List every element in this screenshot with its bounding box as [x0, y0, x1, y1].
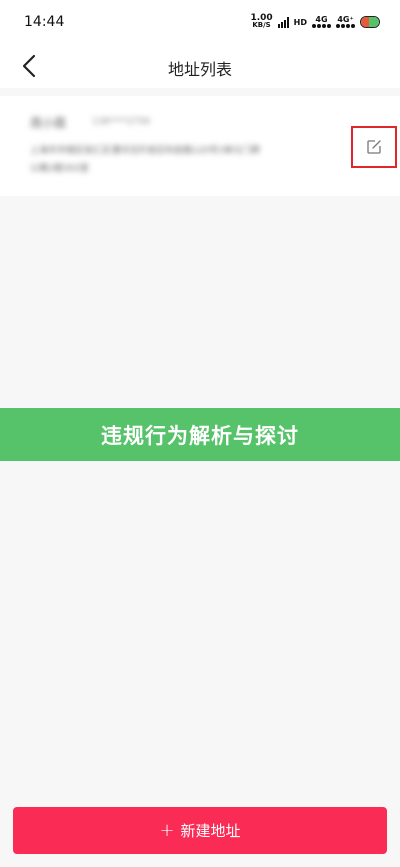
new-address-button[interactable]: + 新建地址 — [13, 807, 387, 854]
banner-text: 违规行为解析与探讨 — [101, 423, 299, 448]
title-banner: 违规行为解析与探讨 — [0, 408, 400, 461]
hd-label: HD — [293, 17, 307, 27]
address-card[interactable]: 周小霞 138****2756 上海市市辖区徐汇区漕河泾开发区科技路120号3单… — [0, 96, 400, 196]
network-speed: 1.00 KB/S — [250, 14, 272, 29]
address-detail: 上海市市辖区徐汇区漕河泾开发区科技路120号3单元门牌 公寓2楼302室 — [30, 142, 310, 178]
network-type-2: 4G⁺ — [337, 15, 354, 24]
status-indicators: 1.00 KB/S HD 4G 4G⁺ — [250, 12, 380, 32]
network-type-1: 4G — [315, 15, 328, 24]
cellular-signal-2-icon: 4G⁺ — [336, 16, 355, 28]
battery-icon — [360, 16, 380, 28]
address-line-1: 上海市市辖区徐汇区漕河泾开发区科技路120号3单元门牌 — [30, 146, 260, 156]
status-time: 14:44 — [24, 14, 65, 30]
plus-icon: + — [159, 819, 175, 841]
status-bar: 14:44 1.00 KB/S HD 4G 4G⁺ — [0, 0, 400, 44]
edit-icon — [367, 140, 381, 154]
wifi-signal-icon — [277, 16, 289, 28]
edit-address-button[interactable] — [351, 126, 397, 168]
cellular-signal-1-icon: 4G — [312, 16, 331, 28]
recipient-name: 周小霞 — [30, 116, 67, 130]
recipient-phone: 138****2756 — [92, 117, 151, 127]
nav-header: 地址列表 — [0, 44, 400, 88]
page-title: 地址列表 — [167, 60, 232, 79]
network-speed-unit: KB/S — [252, 21, 271, 29]
address-line-2: 公寓2楼302室 — [30, 164, 89, 174]
new-address-label: 新建地址 — [180, 822, 241, 840]
